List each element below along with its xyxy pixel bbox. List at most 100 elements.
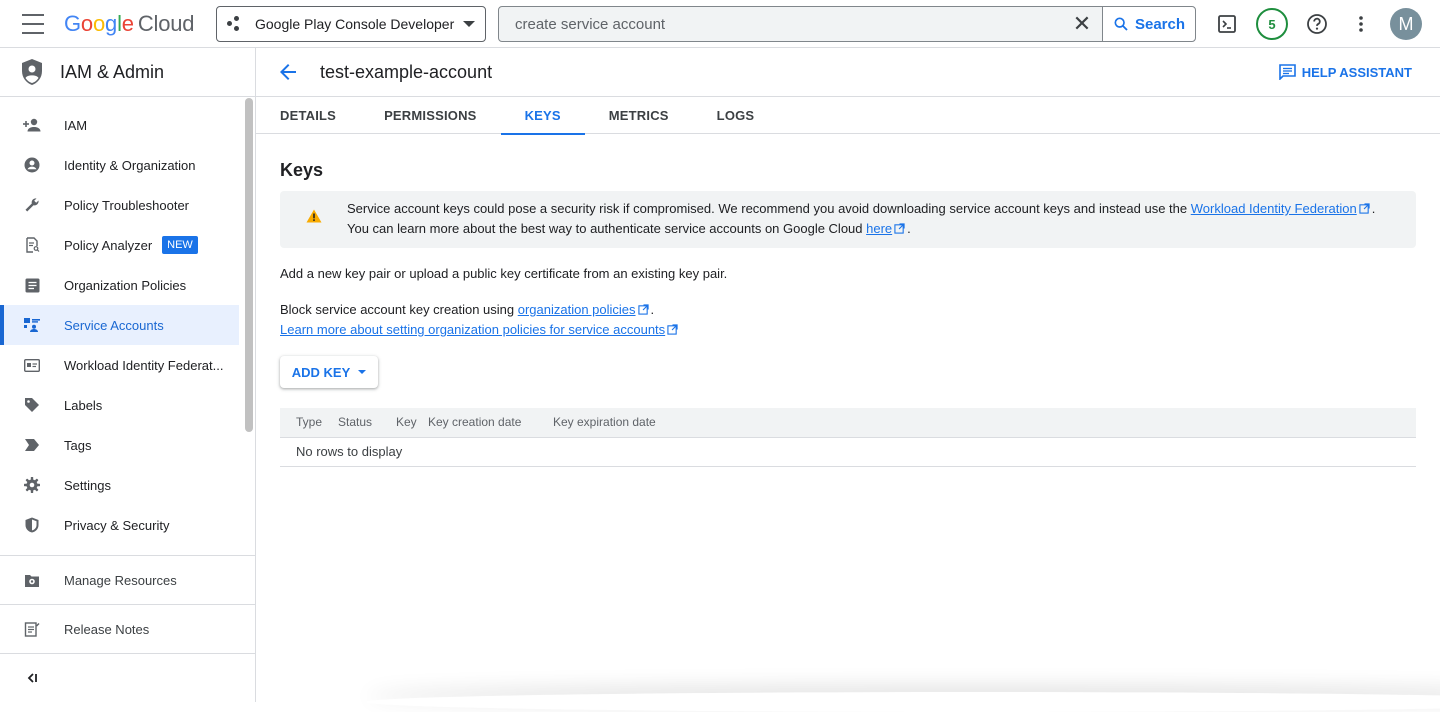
sidebar: IAM & Admin IAM Identity & Organization … (0, 48, 256, 702)
notification-badge[interactable]: 5 (1256, 8, 1288, 40)
warning-text: . (907, 221, 911, 236)
person-add-icon (22, 115, 42, 135)
sidebar-header: IAM & Admin (0, 48, 255, 97)
sidebar-item-policy-troubleshooter[interactable]: Policy Troubleshooter (0, 185, 239, 225)
block-end: . (650, 302, 655, 317)
sidebar-item-label: Tags (64, 437, 92, 453)
add-key-button[interactable]: ADD KEY (280, 356, 378, 388)
table-row: No rows to display (280, 437, 1416, 467)
bottom-shadow (366, 692, 1440, 712)
service-account-icon (22, 315, 42, 335)
security-warning: Service account keys could pose a securi… (280, 191, 1416, 248)
keys-panel: Keys Service account keys could pose a s… (256, 160, 1440, 467)
learn-more-line: Learn more about setting organization po… (280, 320, 1416, 340)
sidebar-scrollbar[interactable] (245, 98, 253, 432)
release-notes-icon (22, 619, 42, 639)
chevron-down-icon (463, 21, 475, 27)
sidebar-item-label: Service Accounts (64, 317, 164, 333)
sidebar-item-tags[interactable]: Tags (0, 425, 239, 465)
learn-more-link[interactable]: Learn more about setting organization po… (280, 322, 665, 337)
tab-logs[interactable]: LOGS (693, 97, 779, 134)
tab-keys[interactable]: KEYS (500, 97, 585, 135)
list-document-icon (22, 275, 42, 295)
more-vert-icon[interactable] (1346, 9, 1376, 39)
sidebar-item-label: Labels (64, 397, 103, 413)
add-key-description: Add a new key pair or upload a public ke… (280, 266, 728, 281)
block-creation-text: Block service account key creation using… (280, 300, 1416, 320)
tab-metrics[interactable]: METRICS (585, 97, 693, 134)
keys-table: Type Status Key Key creation date Key ex… (280, 408, 1416, 467)
sidebar-item-label: IAM (64, 117, 88, 133)
search-button-label: Search (1134, 15, 1186, 33)
avatar[interactable]: M (1390, 8, 1422, 40)
sidebar-item-organization-policies[interactable]: Organization Policies (0, 265, 239, 305)
workload-identity-federation-link[interactable]: Workload Identity Federation (1191, 201, 1357, 216)
sidebar-item-label: Policy Analyzer (64, 237, 153, 253)
sidebar-item-label: Identity & Organization (64, 157, 196, 173)
project-dots-icon (227, 16, 243, 32)
empty-table-message: No rows to display (280, 437, 1416, 467)
wrench-icon (22, 195, 42, 215)
help-icon[interactable] (1302, 9, 1332, 39)
tab-bar: DETAILS PERMISSIONS KEYS METRICS LOGS (256, 97, 1440, 135)
sidebar-item-label: Settings (64, 477, 111, 493)
manage-resources-icon (22, 570, 42, 590)
column-header-status[interactable]: Status (338, 408, 396, 438)
main-content: test-example-account HELP ASSISTANT DETA… (256, 48, 1440, 702)
top-bar: Google Cloud Google Play Console Develope… (0, 0, 1440, 48)
id-card-icon (22, 355, 42, 375)
sidebar-item-iam[interactable]: IAM (0, 105, 239, 145)
tag-arrow-icon (22, 435, 42, 455)
tab-details[interactable]: DETAILS (256, 97, 360, 134)
search-icon (1114, 17, 1128, 31)
google-cloud-logo[interactable]: Google Cloud (64, 11, 194, 37)
column-header-key-expiration-date[interactable]: Key expiration date (553, 408, 1416, 438)
document-search-icon (22, 235, 42, 255)
back-arrow-icon[interactable] (276, 60, 300, 84)
sidebar-item-manage-resources[interactable]: Manage Resources (0, 556, 256, 604)
chat-icon (1278, 64, 1296, 80)
main-menu-icon[interactable] (22, 14, 44, 34)
warning-icon (306, 209, 322, 223)
shield-icon (22, 515, 42, 535)
warning-text: Service account keys could pose a securi… (347, 201, 1191, 216)
sidebar-item-workload-identity-federation[interactable]: Workload Identity Federat... (0, 345, 239, 385)
external-link-icon (667, 324, 678, 335)
sidebar-item-settings[interactable]: Settings (0, 465, 239, 505)
terminal-icon[interactable] (1212, 9, 1242, 39)
here-link[interactable]: here (866, 221, 892, 236)
column-header-type[interactable]: Type (280, 408, 338, 438)
search-input[interactable] (499, 7, 1062, 41)
external-link-icon (894, 223, 905, 234)
column-header-key[interactable]: Key (396, 408, 428, 438)
block-text: Block service account key creation using (280, 302, 518, 317)
sidebar-item-label: Manage Resources (64, 572, 177, 588)
tab-permissions[interactable]: PERMISSIONS (360, 97, 501, 134)
sidebar-item-release-notes[interactable]: Release Notes (0, 605, 256, 653)
collapse-sidebar-button[interactable] (0, 654, 256, 702)
collapse-icon (22, 668, 42, 688)
sidebar-item-service-accounts[interactable]: Service Accounts (0, 305, 239, 345)
column-header-key-creation-date[interactable]: Key creation date (428, 408, 553, 438)
dropdown-arrow-icon (358, 370, 367, 374)
help-assistant-button[interactable]: HELP ASSISTANT (1278, 64, 1412, 80)
organization-policies-link[interactable]: organization policies (518, 302, 636, 317)
sidebar-item-labels[interactable]: Labels (0, 385, 239, 425)
iam-shield-icon (22, 59, 42, 85)
project-picker[interactable]: Google Play Console Developer (216, 6, 486, 42)
page-title: test-example-account (320, 61, 493, 82)
close-icon[interactable]: ✕ (1062, 7, 1102, 41)
page-header: test-example-account HELP ASSISTANT (256, 48, 1440, 97)
sidebar-item-label: Release Notes (64, 621, 150, 637)
external-link-icon (637, 304, 649, 315)
sidebar-item-policy-analyzer[interactable]: Policy Analyzer NEW (0, 225, 239, 265)
project-name: Google Play Console Developer (255, 16, 455, 32)
sidebar-item-identity-organization[interactable]: Identity & Organization (0, 145, 239, 185)
gear-icon (22, 475, 42, 495)
search-button[interactable]: Search (1102, 7, 1195, 41)
sidebar-item-label: Policy Troubleshooter (64, 197, 190, 213)
sidebar-item-label: Organization Policies (64, 277, 187, 293)
label-icon (22, 395, 42, 415)
external-link-icon (1359, 203, 1370, 214)
sidebar-item-privacy-security[interactable]: Privacy & Security (0, 505, 239, 545)
